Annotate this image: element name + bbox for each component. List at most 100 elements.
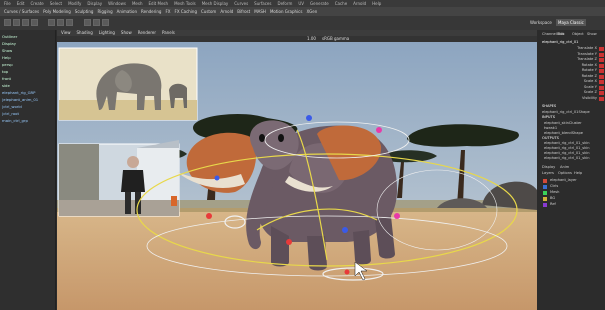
- menu-item[interactable]: Arnold: [353, 0, 366, 7]
- shelf-tab[interactable]: XGen: [306, 7, 317, 16]
- layer-tab[interactable]: Anim: [560, 165, 569, 169]
- workspace-select[interactable]: Maya Classic: [556, 19, 586, 26]
- output-node[interactable]: elephant_rig_ctrl_01_skin: [544, 151, 589, 155]
- layer-color-swatch[interactable]: [543, 203, 547, 207]
- shelf-tab[interactable]: Bifrost: [237, 7, 250, 16]
- outliner-item[interactable]: Help: [2, 55, 11, 60]
- layer-color-swatch[interactable]: [543, 179, 547, 183]
- outliner-item[interactable]: Display: [2, 41, 16, 46]
- channel-value-field[interactable]: [599, 91, 604, 95]
- shelf-tab[interactable]: FX: [165, 7, 170, 16]
- channel-value-field[interactable]: [599, 80, 604, 84]
- shelf-tab[interactable]: Poly Modeling: [43, 7, 71, 16]
- shelf-tab[interactable]: Motion Graphics: [270, 7, 303, 16]
- channel-value-field[interactable]: [599, 63, 604, 68]
- render-icon[interactable]: [84, 19, 91, 26]
- output-node[interactable]: elephant_rig_ctrl_01_skin: [544, 146, 589, 150]
- viewport-colorspace[interactable]: sRGB gamma: [322, 36, 349, 42]
- shelf-tab[interactable]: Arnold: [220, 7, 233, 16]
- menu-item[interactable]: File: [4, 0, 11, 7]
- layer-row[interactable]: Ref: [550, 202, 556, 206]
- menu-item[interactable]: Select: [50, 0, 62, 7]
- viewport-3d[interactable]: [57, 30, 537, 310]
- channel-row[interactable]: Visibility: [582, 96, 597, 100]
- menu-item[interactable]: Modify: [68, 0, 81, 7]
- menu-item[interactable]: Windows: [108, 0, 126, 7]
- move-tool-icon[interactable]: [13, 19, 20, 26]
- menu-item[interactable]: Cache: [335, 0, 347, 7]
- channel-row[interactable]: Scale Z: [584, 90, 597, 94]
- outliner-item[interactable]: |ctrl_world: [2, 104, 22, 109]
- select-tool-icon[interactable]: [4, 19, 11, 26]
- menu-item[interactable]: Surfaces: [254, 0, 271, 7]
- shelf-tab[interactable]: Custom: [201, 7, 216, 16]
- layer-tab[interactable]: Display: [542, 165, 555, 169]
- outliner-item[interactable]: Outliner: [2, 34, 17, 39]
- layer-row[interactable]: elephant_layer: [550, 178, 577, 182]
- input-node[interactable]: tweak1: [544, 126, 557, 130]
- menu-item[interactable]: Edit Mesh: [149, 0, 169, 7]
- shelf-tab[interactable]: Animation: [117, 7, 137, 16]
- layer-color-swatch[interactable]: [543, 191, 547, 195]
- viewport-resolution[interactable]: 1.00: [307, 36, 316, 42]
- channel-value-field[interactable]: [599, 58, 604, 62]
- menu-item[interactable]: Deform: [277, 0, 292, 7]
- scale-tool-icon[interactable]: [31, 19, 38, 26]
- outliner-item[interactable]: |ctrl_root: [2, 111, 19, 116]
- outliner-item[interactable]: main_ctrl_grp: [2, 118, 28, 123]
- menu-item[interactable]: Edit: [17, 0, 25, 7]
- shelf-tab[interactable]: FX Caching: [175, 7, 197, 16]
- outliner-item[interactable]: side: [2, 83, 10, 88]
- shelf-tab[interactable]: Rendering: [141, 7, 161, 16]
- channel-value-field[interactable]: [599, 85, 604, 90]
- channel-box-tab[interactable]: Object: [572, 32, 584, 36]
- ipr-render-icon[interactable]: [93, 19, 100, 26]
- shelf-tab[interactable]: Curves / Surfaces: [4, 7, 39, 16]
- shelf-tab[interactable]: MASH: [254, 7, 266, 16]
- channel-row[interactable]: Translate Y: [577, 52, 597, 56]
- channel-row[interactable]: Scale Y: [584, 85, 597, 89]
- shelf-tab[interactable]: Rigging: [97, 7, 112, 16]
- input-node[interactable]: elephant_skinCluster: [544, 121, 582, 125]
- layer-row[interactable]: Ctrls: [550, 184, 558, 188]
- channel-value-field[interactable]: [599, 74, 604, 79]
- channel-value-field[interactable]: [599, 69, 604, 73]
- layer-menu-item[interactable]: Options: [558, 171, 572, 175]
- layer-menu-item[interactable]: Layers: [542, 171, 554, 175]
- channel-value-field[interactable]: [599, 96, 604, 101]
- channel-row[interactable]: Translate X: [577, 46, 597, 50]
- channel-row[interactable]: Rotate X: [582, 63, 597, 67]
- channel-row[interactable]: Rotate Y: [582, 68, 597, 72]
- menu-item[interactable]: Mesh Tools: [174, 0, 196, 7]
- channel-value-field[interactable]: [599, 52, 604, 57]
- channel-box-tab[interactable]: Show: [587, 32, 597, 36]
- menu-item[interactable]: Mesh: [132, 0, 143, 7]
- outliner-item[interactable]: top: [2, 69, 8, 74]
- outliner-item[interactable]: front: [2, 76, 11, 81]
- outliner-item[interactable]: Show: [2, 48, 12, 53]
- output-node[interactable]: elephant_rig_ctrl_01_skin: [544, 141, 589, 145]
- menu-item[interactable]: Mesh Display: [202, 0, 229, 7]
- channel-value-field[interactable]: [599, 47, 604, 51]
- layer-color-swatch[interactable]: [543, 185, 547, 189]
- menu-item[interactable]: Create: [30, 0, 43, 7]
- channel-box-tab[interactable]: Edit: [557, 32, 564, 36]
- menu-item[interactable]: UV: [298, 0, 304, 7]
- menu-item[interactable]: Generate: [310, 0, 329, 7]
- rotate-tool-icon[interactable]: [22, 19, 29, 26]
- layer-row[interactable]: Mesh: [550, 190, 559, 194]
- input-node[interactable]: elephant_blendShape: [544, 131, 583, 135]
- menu-item[interactable]: Curves: [234, 0, 248, 7]
- layer-menu-item[interactable]: Help: [574, 171, 582, 175]
- channel-row[interactable]: Scale X: [584, 79, 597, 83]
- outliner-item[interactable]: persp: [2, 62, 13, 67]
- output-node[interactable]: elephant_rig_ctrl_01_skin: [544, 156, 589, 160]
- menu-item[interactable]: Display: [87, 0, 102, 7]
- channel-row[interactable]: Rotate Z: [582, 74, 597, 78]
- channel-row[interactable]: Translate Z: [577, 57, 597, 61]
- outliner-item[interactable]: elephant_rig_GRP: [2, 90, 35, 95]
- layer-color-swatch[interactable]: [543, 197, 547, 201]
- snap-curve-icon[interactable]: [57, 19, 64, 26]
- snap-grid-icon[interactable]: [48, 19, 55, 26]
- menu-item[interactable]: Help: [372, 0, 381, 7]
